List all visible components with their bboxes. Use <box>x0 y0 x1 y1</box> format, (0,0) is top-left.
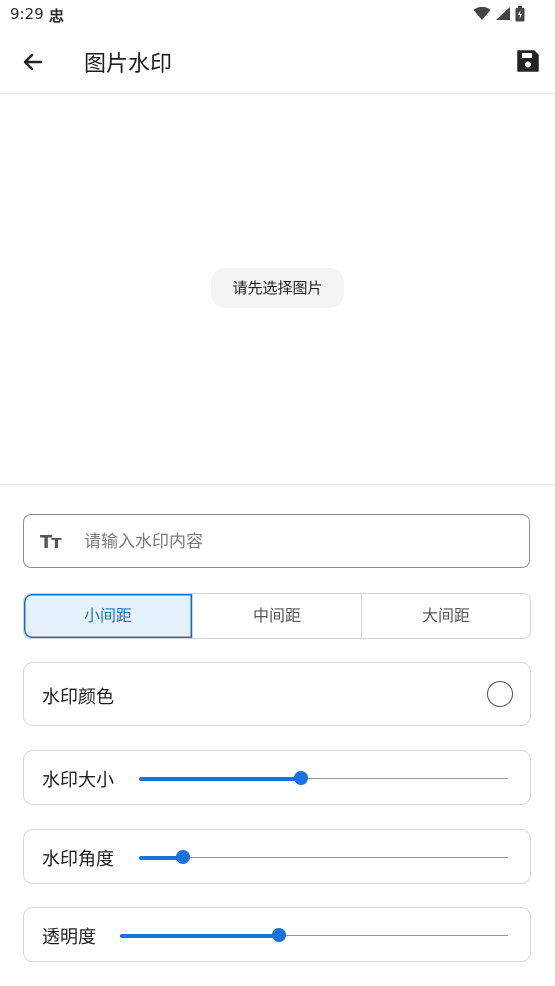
watermark-text-input[interactable] <box>82 515 516 568</box>
save-button[interactable] <box>515 48 541 74</box>
watermark-angle-label: 水印角度 <box>42 849 114 870</box>
status-app-icon: 忠 <box>49 7 65 25</box>
watermark-size-card: 水印大小 <box>23 750 531 805</box>
slider-thumb[interactable] <box>176 850 191 864</box>
arrow-left-icon <box>23 53 43 71</box>
opacity-card: 透明度 <box>23 907 531 962</box>
wifi-icon <box>473 7 491 20</box>
spacing-small-option[interactable]: 小间距 <box>24 594 193 638</box>
watermark-angle-card: 水印角度 <box>23 829 531 884</box>
status-time: 9:29 <box>10 5 44 23</box>
status-icons <box>473 6 525 22</box>
opacity-label: 透明度 <box>42 927 96 948</box>
spacing-medium-option[interactable]: 中间距 <box>193 594 362 638</box>
slider-fill <box>120 933 280 938</box>
watermark-color-card[interactable]: 水印颜色 <box>23 662 531 726</box>
opacity-slider[interactable] <box>120 925 508 945</box>
page-title: 图片水印 <box>84 52 173 77</box>
slider-thumb[interactable] <box>294 771 309 785</box>
color-picker-swatch[interactable] <box>487 681 513 707</box>
watermark-text-field[interactable]: Tт <box>23 514 530 568</box>
watermark-color-label: 水印颜色 <box>42 687 114 708</box>
battery-icon <box>515 6 525 22</box>
signal-icon <box>496 7 510 20</box>
watermark-size-slider[interactable] <box>139 768 508 788</box>
spacing-large-option[interactable]: 大间距 <box>362 594 530 638</box>
watermark-size-label: 水印大小 <box>42 770 114 791</box>
status-bar: 9:29 忠 <box>0 0 555 30</box>
save-icon <box>517 50 539 72</box>
back-button[interactable] <box>18 47 48 77</box>
slider-fill <box>139 776 302 781</box>
watermark-angle-slider[interactable] <box>139 847 508 867</box>
slider-thumb[interactable] <box>272 928 287 942</box>
text-size-icon: Tт <box>40 532 62 553</box>
preview-divider <box>0 484 555 485</box>
select-image-hint: 请先选择图片 <box>211 268 344 308</box>
app-bar: 图片水印 <box>0 30 555 92</box>
spacing-selector: 小间距 中间距 大间距 <box>23 593 531 639</box>
slider-track <box>139 857 508 858</box>
